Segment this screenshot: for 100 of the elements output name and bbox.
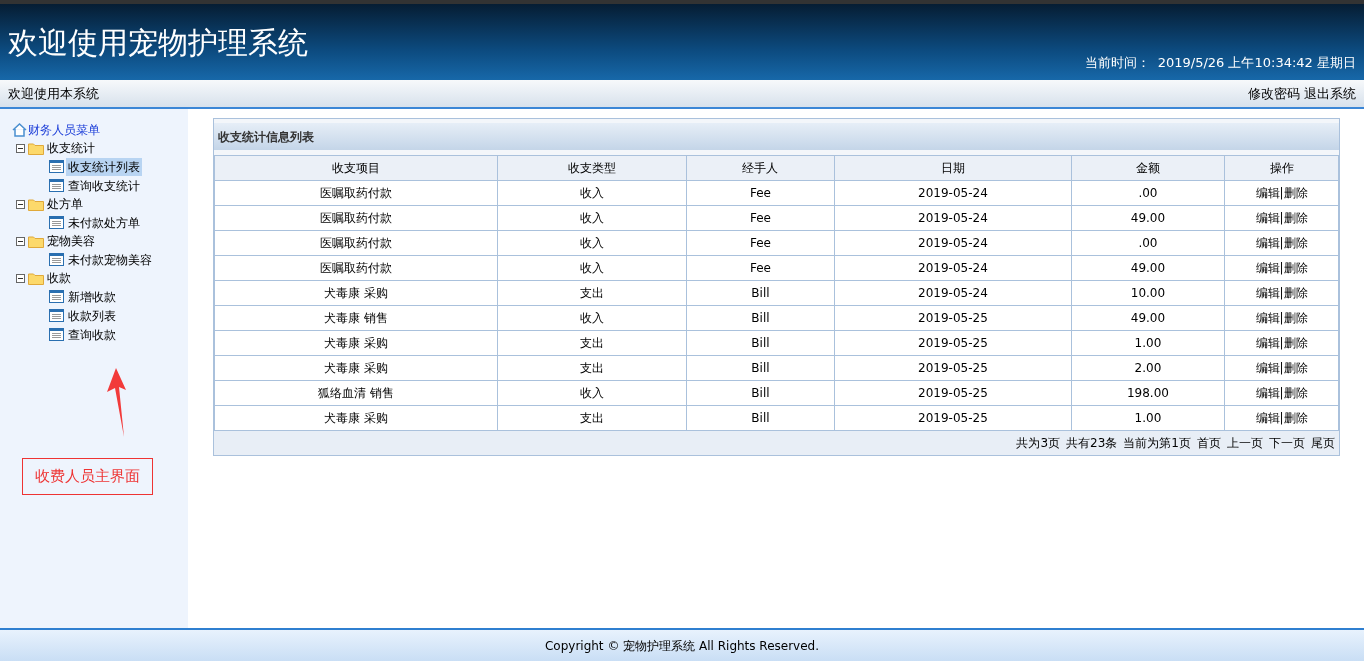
tree-item[interactable]: 新增收款 <box>66 287 118 306</box>
pagination-link[interactable]: 上一页 <box>1227 434 1263 452</box>
time-label: 当前时间： <box>1084 53 1150 72</box>
nav-link[interactable]: 修改密码 <box>1248 83 1300 104</box>
delete-link[interactable]: 删除 <box>1283 336 1308 350</box>
table-cell: 198.00 <box>1071 380 1225 406</box>
table-cell: 2019-05-24 <box>834 255 1072 281</box>
table-cell: .00 <box>1071 230 1225 256</box>
delete-link[interactable]: 删除 <box>1283 361 1308 375</box>
table-cell: 收入 <box>497 230 687 256</box>
home-icon <box>12 123 27 137</box>
list-page-icon <box>49 290 64 303</box>
table-cell: Fee <box>686 230 835 256</box>
welcome-text: 欢迎使用本系统 <box>8 84 99 103</box>
edit-link[interactable]: 编辑 <box>1255 336 1280 350</box>
link-separator: | <box>1279 386 1284 400</box>
pagination-link[interactable]: 下一页 <box>1269 434 1305 452</box>
tree-item[interactable]: 未付款处方单 <box>66 213 142 232</box>
pagination-link[interactable]: 首页 <box>1197 434 1221 452</box>
table-cell: 2019-05-25 <box>834 380 1072 406</box>
tree-folder-label[interactable]: 处方单 <box>47 195 83 213</box>
delete-link[interactable]: 删除 <box>1283 211 1308 225</box>
table-cell: 收入 <box>497 305 687 331</box>
tree-item[interactable]: 查询收支统计 <box>66 176 142 195</box>
edit-link[interactable]: 编辑 <box>1255 286 1280 300</box>
edit-link[interactable]: 编辑 <box>1255 386 1280 400</box>
table-cell: 10.00 <box>1071 280 1225 306</box>
edit-link[interactable]: 编辑 <box>1255 311 1280 325</box>
link-separator: | <box>1279 336 1284 350</box>
collapse-toggle-icon[interactable] <box>16 199 25 209</box>
table-cell: 2019-05-25 <box>834 305 1072 331</box>
table-cell: Bill <box>686 305 835 331</box>
pagination-link[interactable]: 尾页 <box>1311 434 1335 452</box>
column-header: 收支类型 <box>497 155 687 181</box>
copyright-text: Copyright © 宠物护理系统 All Rights Reserved. <box>544 637 820 655</box>
annotation-label: 收费人员主界面 <box>22 458 153 495</box>
table-cell: Fee <box>686 180 835 206</box>
link-separator: | <box>1279 411 1284 425</box>
edit-link[interactable]: 编辑 <box>1255 411 1280 425</box>
collapse-toggle-icon[interactable] <box>16 236 25 246</box>
link-separator: | <box>1279 361 1284 375</box>
table-cell: 1.00 <box>1071 330 1225 356</box>
list-page-icon <box>49 179 64 192</box>
table-cell: Bill <box>686 330 835 356</box>
table-cell: 犬毒康 采购 <box>214 405 498 431</box>
edit-link[interactable]: 编辑 <box>1255 211 1280 225</box>
folder-icon <box>28 141 44 155</box>
edit-link[interactable]: 编辑 <box>1255 186 1280 200</box>
table-cell: Fee <box>686 255 835 281</box>
collapse-toggle-icon[interactable] <box>16 273 25 283</box>
tree-item[interactable]: 收支统计列表 <box>66 157 142 176</box>
table-cell: 2019-05-24 <box>834 180 1072 206</box>
nav-link[interactable]: 退出系统 <box>1304 83 1356 104</box>
table-cell: 医嘱取药付款 <box>214 255 498 281</box>
edit-link[interactable]: 编辑 <box>1255 261 1280 275</box>
link-separator: | <box>1279 311 1284 325</box>
table-cell: Bill <box>686 355 835 381</box>
delete-link[interactable]: 删除 <box>1283 236 1308 250</box>
link-separator: | <box>1279 286 1284 300</box>
link-separator: | <box>1279 186 1284 200</box>
table-cell: 1.00 <box>1071 405 1225 431</box>
table-cell: 49.00 <box>1071 255 1225 281</box>
list-page-icon <box>49 253 64 266</box>
delete-link[interactable]: 删除 <box>1283 311 1308 325</box>
tree-folder-label[interactable]: 宠物美容 <box>47 232 95 250</box>
edit-link[interactable]: 编辑 <box>1255 361 1280 375</box>
table-cell: 犬毒康 采购 <box>214 280 498 306</box>
list-page-icon <box>49 160 64 173</box>
table-cell: 狐络血清 销售 <box>214 380 498 406</box>
table-cell: 支出 <box>497 330 687 356</box>
sidebar-root-link[interactable]: 财务人员菜单 <box>28 121 100 139</box>
table-cell: Bill <box>686 280 835 306</box>
delete-link[interactable]: 删除 <box>1283 411 1308 425</box>
folder-icon <box>28 234 44 248</box>
tree-item[interactable]: 收款列表 <box>66 306 118 325</box>
delete-link[interactable]: 删除 <box>1283 386 1308 400</box>
link-separator: | <box>1279 236 1284 250</box>
table-cell: 犬毒康 采购 <box>214 330 498 356</box>
panel-title: 收支统计信息列表 <box>218 128 314 146</box>
list-page-icon <box>49 216 64 229</box>
table-cell: 收入 <box>497 205 687 231</box>
tree-folder-label[interactable]: 收款 <box>47 269 71 287</box>
list-page-icon <box>49 309 64 322</box>
table-cell: 犬毒康 采购 <box>214 355 498 381</box>
collapse-toggle-icon[interactable] <box>16 143 25 153</box>
column-header: 收支项目 <box>214 155 498 181</box>
edit-link[interactable]: 编辑 <box>1255 236 1280 250</box>
delete-link[interactable]: 删除 <box>1283 261 1308 275</box>
delete-link[interactable]: 删除 <box>1283 186 1308 200</box>
tree-item[interactable]: 查询收款 <box>66 325 118 344</box>
table-cell: 支出 <box>497 355 687 381</box>
delete-link[interactable]: 删除 <box>1283 286 1308 300</box>
table-cell: 2019-05-24 <box>834 280 1072 306</box>
folder-icon <box>28 271 44 285</box>
tree-item[interactable]: 未付款宠物美容 <box>66 250 154 269</box>
table-cell: 支出 <box>497 405 687 431</box>
tree-folder-label[interactable]: 收支统计 <box>47 139 95 157</box>
table-cell: 医嘱取药付款 <box>214 205 498 231</box>
table-cell: 医嘱取药付款 <box>214 230 498 256</box>
pagination-info: 共有23条 <box>1066 435 1118 452</box>
